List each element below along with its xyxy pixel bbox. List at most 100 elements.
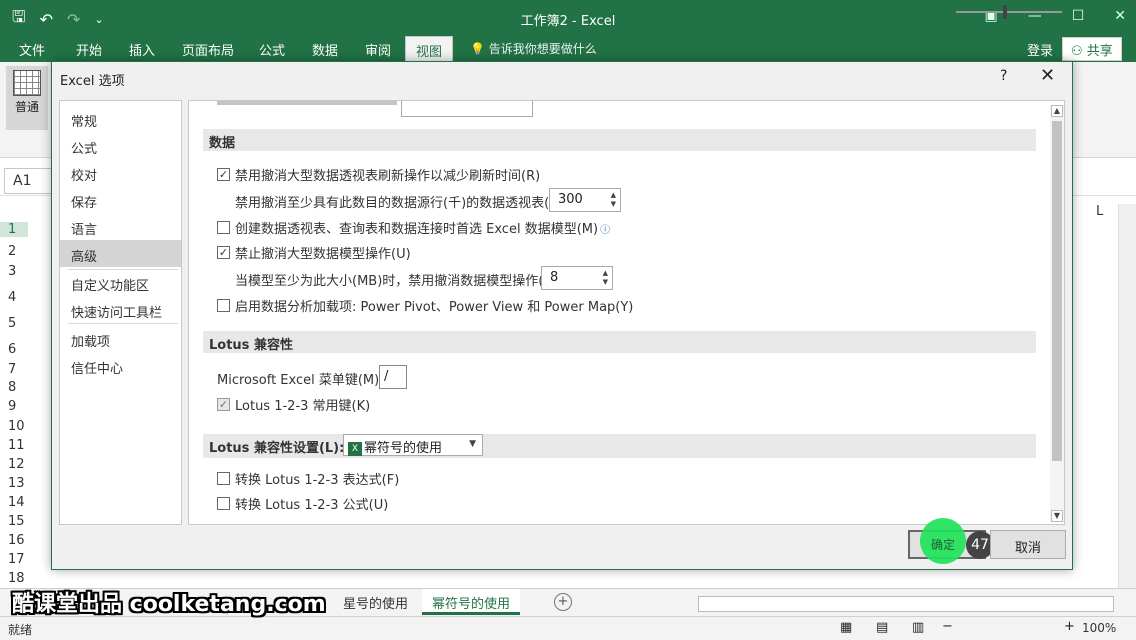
zoom-slider-thumb[interactable]	[1003, 5, 1007, 19]
nav-item-trust-center[interactable]: 信任中心	[60, 352, 181, 379]
checkbox-lotus-nav-keys[interactable]: ✓	[217, 398, 230, 411]
scroll-up-icon[interactable]: ▲	[1051, 105, 1063, 117]
chevron-down-icon[interactable]: ▼	[469, 439, 476, 449]
worksheet-icon: X	[348, 441, 362, 456]
section-header-data: 数据	[203, 129, 1036, 151]
tab-data[interactable]: 数据	[312, 40, 338, 59]
row-header[interactable]: 14	[0, 495, 28, 510]
close-icon[interactable]: ✕	[1040, 65, 1055, 86]
row-header[interactable]: 16	[0, 533, 28, 548]
nav-item-proofing[interactable]: 校对	[60, 159, 181, 186]
normal-view-status-icon[interactable]: ▦	[840, 620, 852, 635]
spinner-arrows-icon[interactable]: ▲ ▼	[611, 191, 616, 209]
add-sheet-icon[interactable]: +	[554, 593, 572, 611]
nav-item-save[interactable]: 保存	[60, 186, 181, 213]
zoom-slider[interactable]	[956, 11, 1062, 13]
tab-page-layout[interactable]: 页面布局	[182, 40, 234, 59]
name-box[interactable]: A1	[4, 168, 52, 194]
data-model-size-spinner[interactable]: 8 ▲ ▼	[541, 266, 613, 290]
option-prefer-data-model-label: 创建数据透视表、查询表和数据连接时首选 Excel 数据模型(M)	[235, 222, 599, 237]
page-layout-status-icon[interactable]: ▤	[876, 620, 888, 635]
sheet-tab-power[interactable]: 幂符号的使用	[422, 589, 521, 615]
zoom-level[interactable]: 100%	[1082, 621, 1116, 635]
row-header[interactable]: 18	[0, 571, 28, 586]
cancel-button[interactable]: 取消	[990, 530, 1066, 559]
zoom-out-icon[interactable]: −	[942, 619, 953, 634]
row-header[interactable]: 2	[0, 244, 28, 259]
sheet-horizontal-scrollbar[interactable]	[698, 596, 1114, 612]
nav-item-language[interactable]: 语言	[60, 213, 181, 240]
status-ready: 就绪	[8, 623, 33, 637]
row-header[interactable]: 15	[0, 514, 28, 529]
row-header[interactable]: 11	[0, 438, 28, 453]
checkbox-transition-formula[interactable]	[217, 497, 230, 510]
sheet-vertical-scrollbar[interactable]	[1118, 204, 1136, 588]
zoom-in-icon[interactable]: +	[1064, 619, 1075, 634]
menu-key-input[interactable]: /	[379, 365, 407, 389]
nav-divider	[68, 323, 178, 324]
pivot-rows-threshold-spinner[interactable]: 300 ▲ ▼	[549, 188, 621, 212]
checkbox-disable-undo-pivot[interactable]: ✓	[217, 168, 230, 181]
tab-review[interactable]: 审阅	[365, 40, 391, 59]
row-header[interactable]: 9	[0, 399, 28, 414]
nav-item-general[interactable]: 常规	[60, 105, 181, 132]
column-header-l: L	[1096, 204, 1104, 219]
option-disable-undo-pivot: 禁用撤消大型数据透视表刷新操作以减少刷新时间(R)	[235, 169, 541, 184]
nav-item-quick-access-toolbar[interactable]: 快速访问工具栏	[60, 296, 181, 323]
row-header[interactable]: 1	[0, 222, 28, 237]
checkbox-disable-undo-data-model[interactable]: ✓	[217, 246, 230, 259]
login-link[interactable]: 登录	[1027, 40, 1053, 59]
row-header[interactable]: 7	[0, 362, 28, 377]
nav-item-advanced[interactable]: 高级	[60, 240, 181, 267]
clipped-option-text	[217, 101, 397, 105]
lightbulb-icon: 💡	[470, 42, 485, 56]
ok-button-label[interactable]: 确定	[920, 536, 966, 553]
title-bar: 🖫 ↶ ↷ ⌄ 工作簿2 - Excel ▣ — ☐ ✕	[0, 0, 1136, 36]
section-header-lotus: Lotus 兼容性	[203, 331, 1036, 353]
row-header[interactable]: 5	[0, 316, 28, 331]
normal-view-button[interactable]: 普通	[6, 66, 48, 130]
maximize-icon[interactable]: ☐	[1072, 8, 1085, 24]
close-window-icon[interactable]: ✕	[1114, 8, 1126, 24]
label-data-model-size: 当模型至少为此大小(MB)时，禁用撤消数据模型操作(L):	[235, 274, 561, 289]
row-header[interactable]: 12	[0, 457, 28, 472]
checkbox-enable-data-analysis-addins[interactable]	[217, 299, 230, 312]
nav-item-formulas[interactable]: 公式	[60, 132, 181, 159]
advanced-options-pane[interactable]: 数据 ✓ 禁用撤消大型数据透视表刷新操作以减少刷新时间(R) 禁用撤消至少具有此…	[188, 100, 1065, 525]
tab-view[interactable]: 视图	[405, 36, 454, 62]
page-break-status-icon[interactable]: ▥	[912, 620, 924, 635]
row-header[interactable]: 13	[0, 476, 28, 491]
sheet-tab-asterisk[interactable]: 星号的使用	[333, 589, 418, 615]
watermark-logo: 酷课堂出品 coolketang.com	[12, 592, 326, 617]
options-scrollbar[interactable]: ▲ ▼	[1050, 105, 1064, 522]
dialog-title: Excel 选项	[60, 74, 125, 89]
scroll-down-icon[interactable]: ▼	[1051, 510, 1063, 522]
lotus-sheet-select[interactable]: X 幂符号的使用 ▼	[343, 434, 483, 456]
spinner-arrows-icon[interactable]: ▲ ▼	[603, 269, 608, 287]
help-icon[interactable]: ?	[1000, 68, 1007, 84]
option-enable-data-analysis-addins: 启用数据分析加载项: Power Pivot、Power View 和 Powe…	[235, 300, 634, 315]
tab-home[interactable]: 开始	[76, 40, 102, 59]
tab-insert[interactable]: 插入	[129, 40, 155, 59]
row-header[interactable]: 10	[0, 419, 28, 434]
status-bar: 就绪 ▦ ▤ ▥ − + 100%	[0, 616, 1136, 640]
tab-file[interactable]: 文件	[19, 40, 45, 59]
row-header[interactable]: 8	[0, 380, 28, 395]
nav-item-customize-ribbon[interactable]: 自定义功能区	[60, 269, 181, 296]
share-button[interactable]: ⚇ 共享	[1062, 37, 1122, 61]
info-icon[interactable]: ⓘ	[600, 225, 610, 236]
row-header[interactable]: 3	[0, 264, 28, 279]
option-prefer-data-model: 创建数据透视表、查询表和数据连接时首选 Excel 数据模型(M) ⓘ	[235, 218, 610, 237]
checkbox-prefer-data-model[interactable]	[217, 221, 230, 234]
checkbox-transition-expression[interactable]	[217, 472, 230, 485]
tell-me-search[interactable]: 💡 告诉我你想要做什么	[470, 40, 597, 57]
option-transition-expression: 转换 Lotus 1-2-3 表达式(F)	[235, 473, 400, 488]
options-scroll-thumb[interactable]	[1052, 121, 1062, 461]
nav-item-add-ins[interactable]: 加载项	[60, 325, 181, 352]
label-menu-key: Microsoft Excel 菜单键(M):	[217, 373, 384, 388]
tab-formulas[interactable]: 公式	[259, 40, 285, 59]
row-header[interactable]: 17	[0, 552, 28, 567]
option-disable-undo-data-model: 禁止撤消大型数据模型操作(U)	[235, 247, 411, 262]
row-header[interactable]: 4	[0, 290, 28, 305]
row-header[interactable]: 6	[0, 342, 28, 357]
